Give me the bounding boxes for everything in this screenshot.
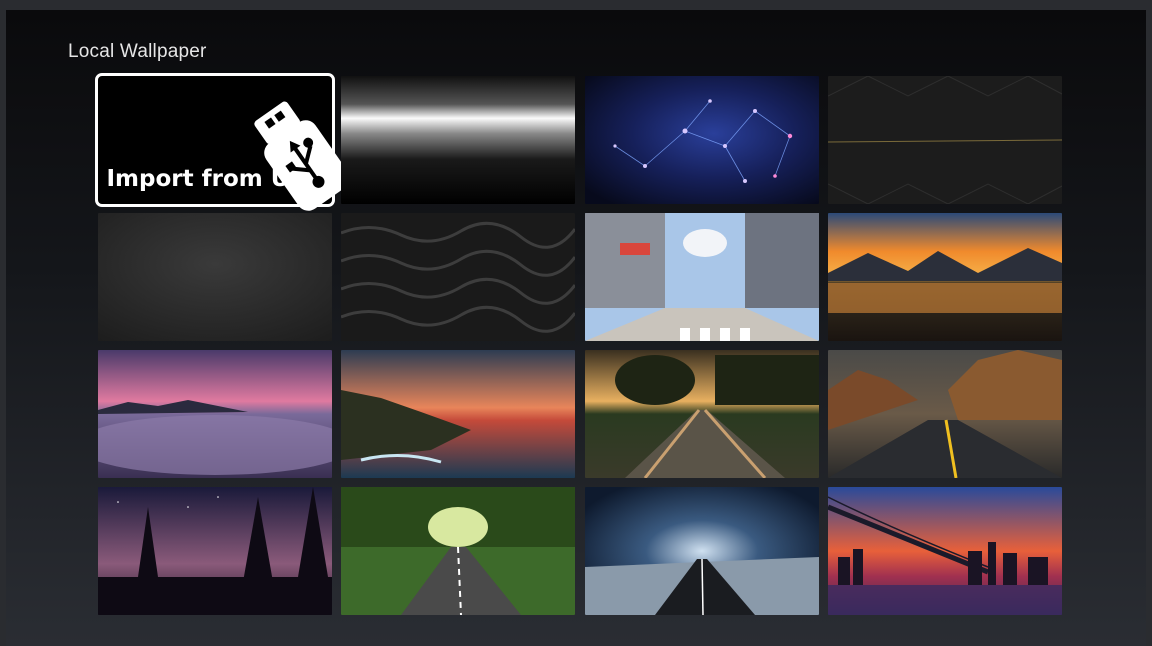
wallpaper-sunset-lake[interactable]: [828, 213, 1062, 341]
wallpaper-starry-pines[interactable]: [98, 487, 332, 615]
wallpaper-autumn-road[interactable]: [828, 350, 1062, 478]
wallpaper-anime-street[interactable]: [585, 213, 819, 341]
wallpaper-dark-water[interactable]: [341, 213, 575, 341]
screen: Local Wallpaper Import from USB: [0, 0, 1152, 646]
wallpaper-grid: Import from USB: [95, 73, 1062, 617]
wallpaper-tree-tunnel-road[interactable]: [341, 487, 575, 615]
wallpaper-railroad-tracks[interactable]: [585, 350, 819, 478]
import-usb-tile[interactable]: Import from USB: [95, 73, 350, 211]
page-title: Local Wallpaper: [68, 41, 207, 62]
wallpaper-dark-geometric[interactable]: [828, 76, 1062, 204]
wallpaper-purple-clouds[interactable]: [98, 350, 332, 478]
wallpaper-chrome-gradient[interactable]: [341, 76, 575, 204]
wallpaper-city-bridge-sunset[interactable]: [828, 487, 1062, 615]
import-usb-button[interactable]: Import from USB: [95, 73, 350, 211]
wallpaper-coastal-sunset[interactable]: [341, 350, 575, 478]
wallpaper-stormy-road[interactable]: [585, 487, 819, 615]
wallpaper-blue-network[interactable]: [585, 76, 819, 204]
wallpaper-dark-concrete[interactable]: [98, 213, 332, 341]
